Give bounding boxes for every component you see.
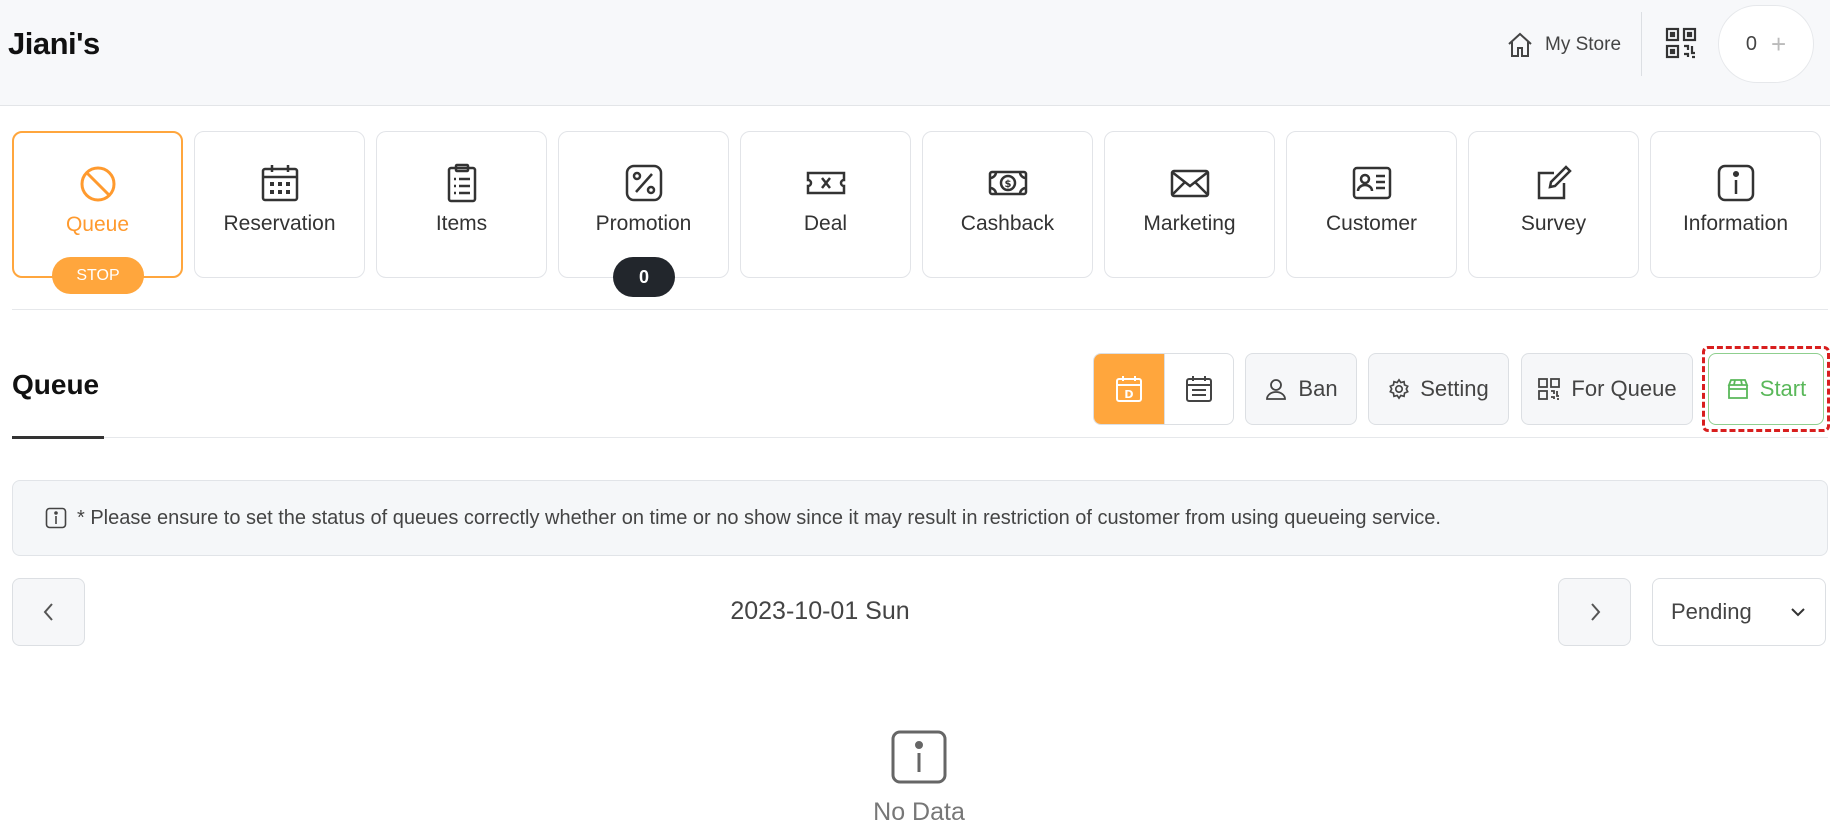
ban-button[interactable]: Ban: [1245, 353, 1357, 425]
status-selected: Pending: [1671, 599, 1752, 624]
ticket-icon: [806, 171, 845, 195]
chevron-left-icon: [43, 603, 53, 621]
tile-survey[interactable]: Survey: [1468, 131, 1639, 278]
tile-label: Customer: [1325, 212, 1418, 235]
next-date-button[interactable]: [1558, 578, 1631, 646]
promotion-count-badge: 0: [613, 257, 675, 297]
for-queue-label: For Queue: [1571, 376, 1677, 401]
envelope-icon: [1170, 169, 1209, 198]
page-title: Queue: [12, 369, 100, 400]
calendar-view-button[interactable]: [1163, 354, 1234, 424]
edit-icon: [1537, 165, 1572, 200]
section-divider: [12, 437, 1828, 438]
status-filter-select[interactable]: Pending: [1652, 578, 1826, 646]
home-icon: [1508, 32, 1532, 57]
prev-date-button[interactable]: [12, 578, 85, 646]
calendar-icon: [261, 165, 298, 202]
queue-status-badge[interactable]: STOP: [52, 257, 144, 294]
gear-icon: [1389, 378, 1410, 400]
cart-count: 0: [1745, 32, 1757, 55]
start-button[interactable]: Start: [1708, 353, 1824, 425]
tile-promotion[interactable]: Promotion: [558, 131, 729, 278]
qr-code-button[interactable]: [1664, 26, 1698, 60]
money-icon: $: [988, 170, 1027, 196]
svg-text:$: $: [1004, 179, 1011, 190]
plus-icon[interactable]: +: [1771, 31, 1786, 57]
notice-text: * Please ensure to set the status of que…: [77, 506, 1441, 529]
view-toggle: D: [1093, 353, 1234, 425]
tile-items[interactable]: Items: [376, 131, 547, 278]
tile-marketing[interactable]: Marketing: [1104, 131, 1275, 278]
info-icon: [1717, 164, 1754, 202]
my-store-label: My Store: [1545, 34, 1622, 55]
my-store-link[interactable]: My Store: [1505, 28, 1621, 62]
tile-information[interactable]: Information: [1650, 131, 1821, 278]
tile-label: Promotion: [595, 212, 692, 235]
tile-customer[interactable]: Customer: [1286, 131, 1457, 278]
store-icon: [1727, 379, 1749, 399]
tile-label: Information: [1682, 212, 1789, 235]
ban-label: Ban: [1298, 376, 1338, 401]
day-view-button[interactable]: D: [1094, 354, 1164, 424]
setting-button[interactable]: Setting: [1368, 353, 1509, 425]
tile-label: Queue: [65, 213, 130, 236]
tile-label: Cashback: [960, 212, 1055, 235]
calendar-icon: [1185, 376, 1212, 402]
setting-label: Setting: [1420, 376, 1489, 401]
tile-deal[interactable]: Deal: [740, 131, 911, 278]
user-icon: [1266, 379, 1287, 400]
clipboard-list-icon: [447, 163, 476, 203]
store-name: Jiani's: [8, 26, 100, 61]
id-card-icon: [1352, 166, 1391, 200]
top-header: Jiani's My Store 0 +: [0, 0, 1830, 106]
calendar-day-icon: D: [1115, 376, 1142, 402]
ban-icon: [80, 166, 115, 202]
tile-reservation[interactable]: Reservation: [194, 131, 365, 278]
qr-code-icon: [1665, 27, 1697, 59]
tile-queue[interactable]: Queue: [12, 131, 183, 278]
current-date: 2023-10-01 Sun: [730, 597, 910, 625]
tile-label: Reservation: [223, 212, 336, 235]
percent-icon: [625, 164, 662, 202]
cart-counter[interactable]: 0 +: [1718, 5, 1814, 83]
header-divider: [1641, 12, 1642, 76]
svg-text:D: D: [1124, 388, 1133, 401]
chevron-down-icon: [1791, 608, 1805, 617]
tile-label: Items: [435, 212, 488, 235]
qr-code-icon: [1538, 378, 1561, 400]
start-highlight: Start: [1702, 346, 1830, 432]
notice-banner: * Please ensure to set the status of que…: [12, 480, 1828, 556]
no-data-label: No Data: [873, 798, 965, 826]
tiles-divider: [12, 309, 1828, 310]
start-label: Start: [1759, 376, 1807, 401]
for-queue-button[interactable]: For Queue: [1521, 353, 1693, 425]
tile-label: Deal: [803, 212, 848, 235]
tile-label: Marketing: [1143, 212, 1236, 235]
tile-label: Survey: [1520, 212, 1587, 235]
tile-cashback[interactable]: $ Cashback: [922, 131, 1093, 278]
chevron-right-icon: [1590, 603, 1600, 621]
title-underline: [12, 436, 104, 439]
info-icon: [45, 507, 67, 529]
info-icon: [891, 730, 947, 784]
